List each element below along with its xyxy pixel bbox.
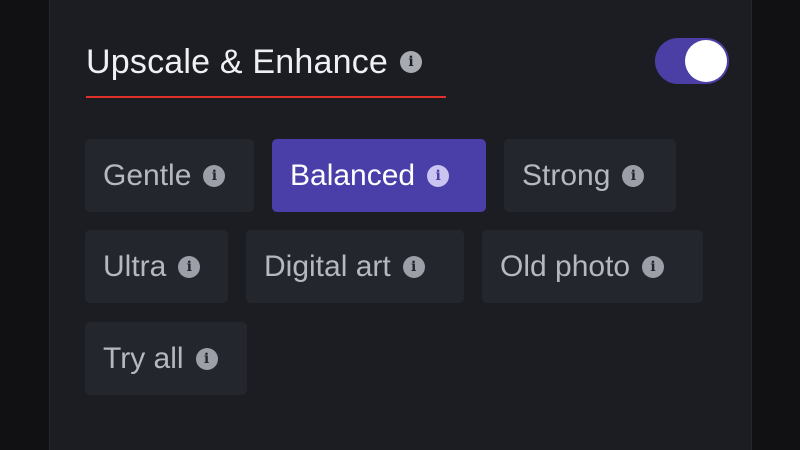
- option-label: Balanced: [290, 158, 416, 192]
- option-label: Old photo: [500, 249, 631, 283]
- option-label: Try all: [103, 341, 184, 375]
- balanced-info-icon[interactable]: i: [427, 164, 450, 187]
- gentle-info-icon[interactable]: i: [203, 164, 226, 187]
- option-label: Strong: [522, 158, 611, 192]
- title-underline: [86, 96, 446, 98]
- option-digital-art[interactable]: Digital art i: [246, 230, 464, 303]
- digital-art-info-icon[interactable]: i: [402, 255, 425, 278]
- option-gentle[interactable]: Gentle i: [85, 139, 254, 212]
- upscale-toggle[interactable]: [655, 38, 729, 84]
- try-all-info-icon[interactable]: i: [195, 347, 218, 370]
- old-photo-info-icon[interactable]: i: [642, 255, 665, 278]
- option-old-photo[interactable]: Old photo i: [482, 230, 703, 303]
- section-header: Upscale & Enhance i: [86, 40, 423, 84]
- option-label: Ultra: [103, 249, 167, 283]
- toggle-knob: [685, 40, 727, 82]
- option-label: Gentle: [103, 158, 192, 192]
- section-title: Upscale & Enhance: [86, 43, 389, 81]
- option-balanced[interactable]: Balanced i: [272, 139, 486, 212]
- option-label: Digital art: [264, 249, 391, 283]
- title-info-icon[interactable]: i: [400, 51, 423, 73]
- option-strong[interactable]: Strong i: [504, 139, 676, 212]
- option-try-all[interactable]: Try all i: [85, 322, 247, 395]
- option-ultra[interactable]: Ultra i: [85, 230, 228, 303]
- ultra-info-icon[interactable]: i: [178, 255, 201, 278]
- strong-info-icon[interactable]: i: [622, 164, 645, 187]
